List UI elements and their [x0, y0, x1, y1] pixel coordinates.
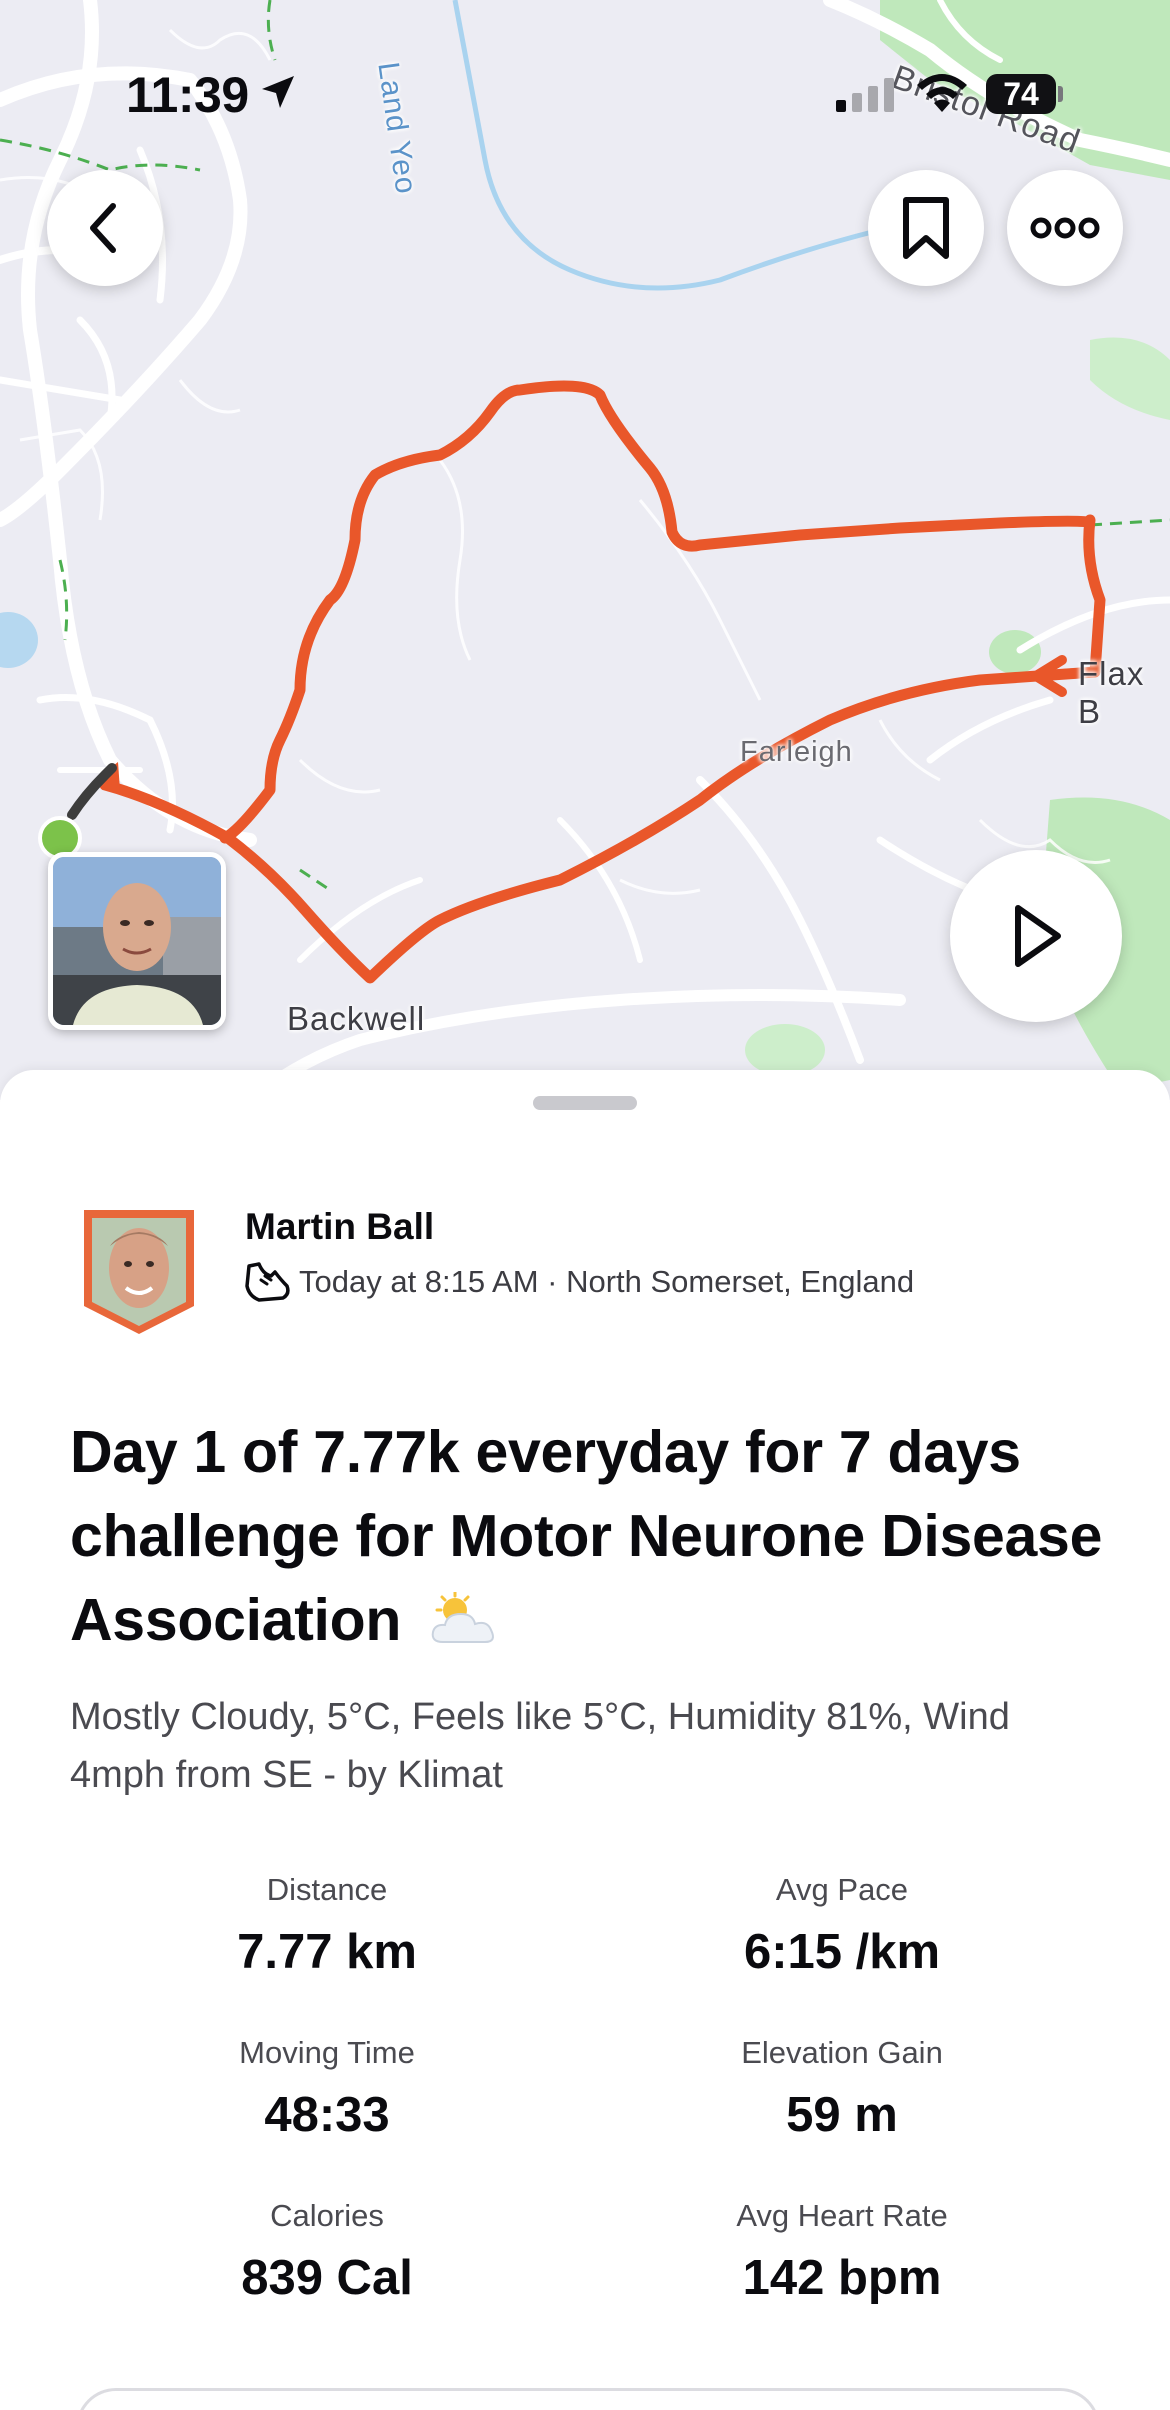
map-label-town: Backwell	[287, 1000, 426, 1037]
activity-meta: Today at 8:15 AM · North Somerset, Engla…	[299, 1264, 915, 1299]
stat-moving-time: Moving Time 48:33	[117, 2033, 537, 2143]
stat-value: 48:33	[264, 2088, 390, 2142]
bookmark-icon	[903, 197, 949, 259]
map-label-place: Flax B	[1078, 655, 1145, 730]
battery-level: 74	[986, 74, 1056, 114]
activity-photo-thumbnail[interactable]	[48, 852, 226, 1030]
park-area	[1090, 337, 1170, 420]
cellular-signal-icon	[836, 78, 894, 112]
stat-avg-heart-rate: Avg Heart Rate 142 bpm	[632, 2196, 1052, 2306]
park-area	[745, 1024, 825, 1076]
next-section-card[interactable]	[76, 2388, 1100, 2410]
bookmark-button[interactable]	[868, 170, 984, 286]
run-shoe-icon	[245, 1262, 290, 1302]
activity-screen: Land Yeo Bristol Road Backwell Farleigh …	[0, 0, 1170, 2410]
stat-calories: Calories 839 Cal	[117, 2196, 537, 2306]
activity-title-text: Day 1 of 7.77k everyday for 7 days chall…	[70, 1419, 1103, 1653]
stat-label: Distance	[266, 1872, 388, 1907]
activity-description: Mostly Cloudy, 5°C, Feels like 5°C, Humi…	[70, 1696, 1010, 1796]
river-line	[452, 0, 881, 291]
stat-value: 839 Cal	[241, 2251, 413, 2305]
stat-avg-pace: Avg Pace 6:15 /km	[632, 1870, 1052, 1980]
sheet-grabber[interactable]	[533, 1096, 637, 1110]
chevron-left-icon	[90, 203, 116, 253]
water-area	[0, 612, 38, 668]
more-horizontal-icon	[1030, 217, 1100, 239]
stat-value: 59 m	[786, 2088, 898, 2142]
location-arrow-icon	[262, 76, 294, 108]
stat-label: Calories	[270, 2198, 384, 2233]
more-options-button[interactable]	[1007, 170, 1123, 286]
stat-label: Moving Time	[239, 2035, 415, 2070]
stat-value: 6:15 /km	[743, 1925, 941, 1979]
battery-nub	[1058, 86, 1063, 102]
stat-value: 142 bpm	[742, 2251, 942, 2305]
stat-value: 7.77 km	[237, 1925, 417, 1979]
activity-meta-row: Today at 8:15 AM · North Somerset, Engla…	[243, 1260, 914, 1304]
play-icon	[1015, 905, 1061, 967]
back-button[interactable]	[47, 170, 163, 286]
athlete-avatar[interactable]	[80, 1206, 198, 1336]
stat-label: Avg Pace	[775, 1872, 909, 1907]
activity-details-sheet: Martin Ball Today at 8:15 AM · North Som…	[0, 1070, 1170, 2410]
park-area	[989, 630, 1041, 674]
activity-title: Day 1 of 7.77k everyday for 7 days chall…	[70, 1410, 1110, 1662]
athlete-name[interactable]: Martin Ball	[245, 1206, 434, 1248]
stat-label: Elevation Gain	[741, 2035, 943, 2070]
selfie-photo	[53, 857, 221, 1025]
status-time: 11:39	[126, 67, 249, 123]
route-line	[99, 380, 1106, 984]
stat-elevation-gain: Elevation Gain 59 m	[632, 2033, 1052, 2143]
sun-behind-cloud-icon	[431, 1592, 495, 1643]
route-start-segment	[67, 763, 117, 820]
play-flyover-button[interactable]	[950, 850, 1122, 1022]
map-label-village: Farleigh	[740, 736, 853, 768]
wifi-icon	[917, 74, 967, 112]
stat-label: Avg Heart Rate	[736, 2198, 948, 2233]
stat-distance: Distance 7.77 km	[117, 1870, 537, 1980]
